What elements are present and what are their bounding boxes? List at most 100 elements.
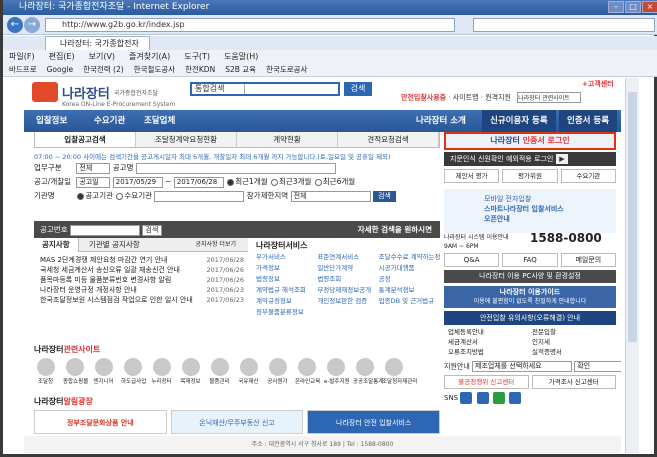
radio-notice-org[interactable] [77, 192, 85, 200]
radio-6month[interactable] [314, 178, 322, 186]
service-link[interactable]: 부가서비스 [256, 252, 317, 263]
service-link[interactable]: 부정당제재정보공개 [317, 285, 378, 296]
unfair-report-button[interactable]: 불공정행위 신고센터 [444, 375, 529, 389]
nav-bid-info[interactable]: 입찰정보 [36, 110, 67, 132]
search-scope-select[interactable]: 통합검색 [195, 84, 224, 93]
tab-notice[interactable]: 공지사항 [34, 238, 79, 252]
browser-tab[interactable]: 나라장터: 국가종합전자조... [45, 36, 150, 61]
related-site-link[interactable]: 온라인교육 [295, 358, 320, 385]
mail-button[interactable]: 메일문의 [560, 253, 616, 267]
tab-contract-status[interactable]: 계약현황 [237, 132, 338, 147]
quick-link[interactable]: 전문입찰 [532, 327, 616, 337]
tab-bid-search[interactable]: 입찰공고검색 [35, 132, 136, 147]
advanced-search-link[interactable]: 자세한 검색을 원하시면 [358, 221, 432, 238]
twitter-icon[interactable] [460, 392, 473, 404]
faq-button[interactable]: FAQ [502, 253, 558, 267]
menu-edit[interactable]: 편집(E) [49, 50, 75, 63]
nav-supplier[interactable]: 조달업체 [144, 110, 175, 132]
list-item[interactable]: 한국조달정보원 시스템점검 작업으로 인한 일시 안내 2017/06/23 [34, 295, 248, 305]
radio-demand-org[interactable] [116, 192, 124, 200]
qa-button[interactable]: Q&A [444, 253, 500, 267]
quick-link[interactable]: 인지세 [532, 337, 616, 347]
maximize-button[interactable]: □ [625, 1, 641, 13]
nav-intro[interactable]: 나라장터 소개 [416, 110, 466, 132]
date-to-input[interactable]: 2017/06/28 [173, 176, 224, 188]
banner-safe-bid[interactable]: 나라장터 안전 입찰서비스 [307, 410, 441, 434]
banner-culture[interactable]: 정부조달문화상품 안내 [34, 410, 167, 434]
nav-new-user[interactable]: 신규이용자 등록 [482, 110, 556, 132]
service-link[interactable]: 정부물품분류정보 [256, 307, 317, 318]
title-input[interactable] [135, 162, 336, 174]
quick-link[interactable]: 업체등록안내 [448, 327, 532, 337]
facebook-icon[interactable] [476, 392, 489, 404]
site-logo[interactable]: 나라장터 국가종합전자조달 Korea ON-Line E-Procuremen… [32, 82, 175, 108]
back-icon[interactable]: ← [7, 17, 23, 33]
vertical-scrollbar[interactable] [625, 78, 639, 453]
bid-number-search-button[interactable]: 검색 [142, 224, 163, 236]
favorite-link[interactable]: 한국전력 (2) [83, 63, 124, 76]
related-site-select[interactable]: 나라장터 관련사이트 [517, 92, 582, 103]
fingerprint-login-bar[interactable]: 지문인식 신원확인 예외적용 로그인 ▶ [444, 152, 616, 166]
related-site-link[interactable]: e-발주지원 [324, 358, 350, 385]
related-site-link[interactable]: 물품관리 [208, 358, 231, 385]
favorite-link[interactable]: 바드프로 [9, 63, 37, 76]
safe-bid-link[interactable]: 안전입찰사용중 [401, 94, 446, 102]
blog-icon[interactable] [492, 392, 505, 404]
menu-favorites[interactable]: 즐겨찾기(A) [129, 50, 170, 63]
eval-member-button[interactable]: 평가위원 [502, 169, 558, 183]
mobile-banner[interactable]: 모바일 전자입찰 스마트나라장터 입찰서비스 오픈안내 [444, 189, 616, 233]
favorite-link[interactable]: Google [47, 63, 73, 76]
radio-1month[interactable] [227, 178, 235, 186]
quick-link[interactable]: 세금계산서 [448, 337, 532, 347]
quick-link[interactable]: 오류조치방법 [448, 347, 532, 357]
form-search-button[interactable]: 검색 [372, 190, 396, 202]
date-from-input[interactable]: 2017/05/29 [112, 176, 163, 188]
browser-search-input[interactable] [473, 18, 655, 32]
favorite-link[interactable]: 한국도로공사 [266, 63, 307, 76]
service-link[interactable]: 법령조회 [317, 274, 378, 285]
related-site-link[interactable]: 조달청 [34, 358, 57, 385]
service-link[interactable]: 조달수수료 계약하는정밀공개 [379, 252, 440, 263]
top-search-input[interactable]: 통합검색 [190, 82, 340, 96]
price-report-button[interactable]: 가격조사 신고센터 [531, 375, 616, 389]
youtube-icon[interactable] [509, 392, 522, 404]
service-link[interactable]: 계약규정정보 [256, 296, 317, 307]
list-item[interactable]: 나라장터 운영규정 개정사항 안내 2017/06/23 [34, 285, 248, 295]
menu-file[interactable]: 파일(F) [9, 50, 35, 63]
favorite-link[interactable]: 한전KDN [185, 63, 215, 76]
forward-icon[interactable]: → [24, 17, 40, 33]
favorite-link[interactable]: S2B 교육 [225, 63, 256, 76]
related-site-link[interactable]: 공공조달통계 [353, 358, 383, 385]
biz-type-select[interactable]: 전체 [76, 162, 111, 174]
banner-property[interactable]: 온닉재산/무주부동산 신고 [170, 410, 304, 434]
related-site-link[interactable]: 누리장터 [150, 358, 173, 385]
region-select[interactable]: 전체 [290, 190, 371, 202]
favorite-link[interactable]: 한국철도공사 [134, 63, 175, 76]
bid-number-input[interactable] [70, 224, 140, 236]
service-link[interactable]: 일반단가계약 [317, 263, 378, 274]
tab-contract-request[interactable]: 조달청계약요청현황 [136, 132, 237, 147]
service-link[interactable]: 시공가대행품 [379, 263, 440, 274]
related-site-link[interactable]: 공사원가 [266, 358, 289, 385]
related-site-link[interactable]: 국유재산 [237, 358, 260, 385]
radio-3month[interactable] [271, 178, 278, 186]
related-site-link[interactable]: 목재정보 [179, 358, 202, 385]
service-link[interactable]: 가격정보 [256, 263, 317, 274]
service-link[interactable]: 계약법규 해석조회 [256, 285, 317, 296]
quick-link[interactable]: 실적증명서 [532, 347, 616, 357]
scrollbar-thumb[interactable] [628, 92, 637, 342]
org-name-input[interactable] [154, 190, 245, 202]
minimize-button[interactable]: – [608, 1, 624, 13]
sitemap-link[interactable]: · 사이트맵 · 원격지원 [448, 94, 511, 102]
related-site-link[interactable]: 종합쇼핑몰 [63, 358, 88, 385]
list-item[interactable]: 국세청 세금계산서 송신오류 일괄 재송신건 안내 2017/06/26 [34, 265, 248, 275]
menu-view[interactable]: 보기(V) [89, 50, 115, 63]
url-input[interactable]: http://www.g2b.go.kr/index.jsp [45, 18, 455, 32]
service-link[interactable]: 법령정보 [256, 274, 317, 285]
nav-demand[interactable]: 수요기관 [94, 110, 125, 132]
related-site-link[interactable]: 조달청자재관리 [382, 358, 417, 385]
user-guide-banner[interactable]: 나라장터 이용가이드 이용에 불편함이 없도록 친절하게 안내합니다 [444, 286, 616, 308]
service-link[interactable]: 공정 [379, 274, 440, 285]
pc-spec-link[interactable]: 나라장터 이용 PC사양 및 환경설정 [444, 270, 616, 283]
service-link[interactable]: 개인정보판한 검증 [317, 296, 378, 307]
